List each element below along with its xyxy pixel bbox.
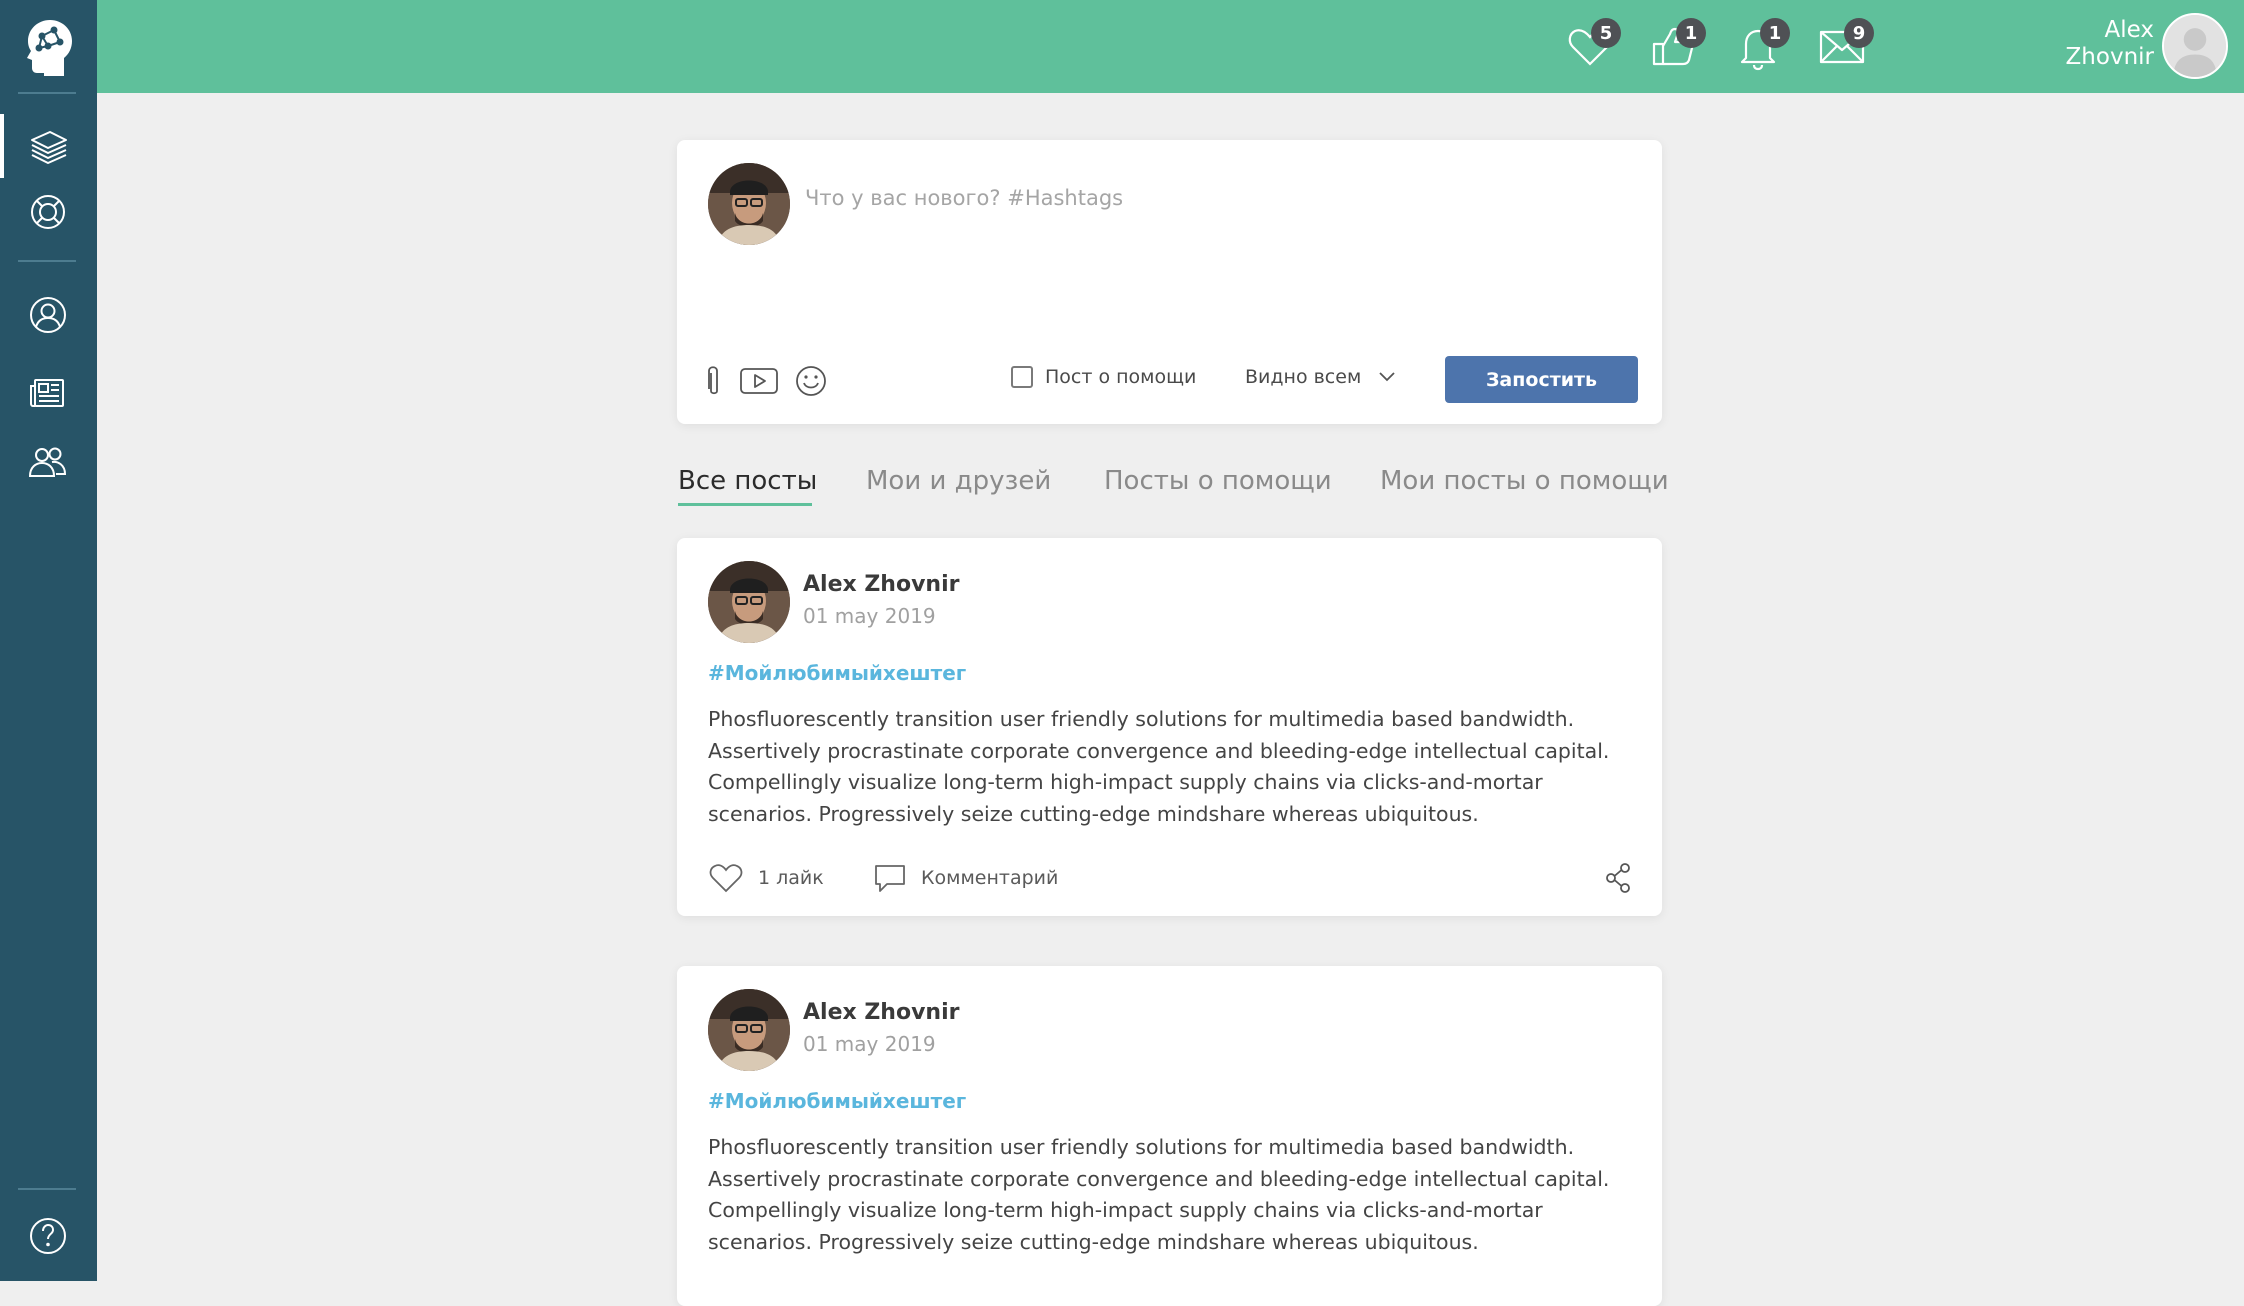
brain-logo-icon[interactable] [20, 16, 76, 78]
active-tab-indicator [678, 503, 812, 506]
post-hashtag[interactable]: #Мойлюбимыйхештег [708, 661, 966, 685]
share-icon[interactable] [1604, 862, 1632, 898]
like-count: 1 лайк [758, 867, 824, 889]
post-composer: Пост о помощи Видно всем Запостить [677, 140, 1662, 424]
sidebar-item-help-center[interactable] [26, 190, 70, 234]
visibility-dropdown[interactable]: Видно всем [1245, 366, 1395, 388]
help-icon[interactable] [28, 1216, 68, 1256]
group-icon [28, 447, 67, 477]
post-card: Alex Zhovnir 01 may 2019 #Мойлюбимыйхешт… [677, 538, 1662, 916]
post-body: Phosfluorescently transition user friend… [708, 1135, 1610, 1254]
emoji-icon[interactable] [795, 363, 827, 399]
avatar[interactable] [708, 989, 790, 1071]
post-author[interactable]: Alex Zhovnir [803, 1000, 959, 1025]
post-body: Phosfluorescently transition user friend… [708, 707, 1610, 826]
avatar[interactable] [708, 561, 790, 643]
favorites-button[interactable]: 5 [1565, 18, 1621, 74]
likes-button[interactable]: 1 [1650, 18, 1706, 74]
sidebar-item-profile[interactable] [26, 293, 70, 337]
tab-help-posts[interactable]: Посты о помощи [1104, 466, 1332, 496]
help-post-checkbox[interactable]: Пост о помощи [1011, 366, 1196, 388]
heart-icon [709, 864, 743, 893]
sidebar-item-news[interactable] [26, 371, 70, 415]
video-icon[interactable] [739, 363, 779, 399]
notification-badge: 9 [1844, 18, 1874, 48]
comment-icon [875, 865, 905, 892]
tab-my-help-posts[interactable]: Мои посты о помощи [1380, 466, 1669, 496]
lifebuoy-icon [31, 195, 65, 229]
post-actions: 1 лайк Комментарий [708, 862, 1632, 896]
post-date: 01 may 2019 [803, 604, 936, 628]
sidebar-item-feed[interactable] [26, 124, 70, 168]
sidebar-active-indicator [0, 114, 4, 178]
tab-all-posts[interactable]: Все посты [678, 466, 817, 496]
submit-post-button[interactable]: Запостить [1445, 356, 1638, 403]
tab-mine-and-friends[interactable]: Мои и друзей [866, 466, 1051, 496]
user-icon [30, 297, 66, 333]
sidebar-item-friends[interactable] [26, 441, 70, 485]
notification-badge: 5 [1591, 18, 1621, 48]
comment-button[interactable]: Комментарий [873, 862, 1058, 894]
like-button[interactable]: 1 лайк [708, 862, 824, 894]
notification-badge: 1 [1676, 18, 1706, 48]
layers-icon [31, 131, 67, 164]
attach-icon[interactable] [706, 363, 722, 399]
post-author[interactable]: Alex Zhovnir [803, 572, 959, 597]
notification-badge: 1 [1760, 18, 1790, 48]
sidebar [0, 0, 97, 1281]
checkbox-box[interactable] [1011, 366, 1033, 388]
notifications-button[interactable]: 1 [1734, 18, 1790, 74]
top-bar: 5 1 1 9 Alex Zhovnir [97, 0, 2244, 93]
current-user-name[interactable]: Alex Zhovnir [2066, 17, 2154, 71]
post-text-input[interactable] [803, 184, 1627, 298]
sidebar-divider [18, 260, 76, 262]
sidebar-divider [18, 1188, 76, 1190]
messages-button[interactable]: 9 [1818, 18, 1874, 74]
post-hashtag[interactable]: #Мойлюбимыйхештег [708, 1089, 966, 1113]
chevron-down-icon [1379, 372, 1395, 382]
post-date: 01 may 2019 [803, 1032, 936, 1056]
current-user-avatar[interactable] [2162, 13, 2228, 79]
feed-tabs: Все посты Мои и друзей Посты о помощи Мо… [677, 466, 1669, 506]
post-card: Alex Zhovnir 01 may 2019 #Мойлюбимыйхешт… [677, 966, 1662, 1306]
sidebar-divider [18, 92, 76, 94]
newspaper-icon [30, 379, 64, 407]
avatar [708, 163, 790, 245]
